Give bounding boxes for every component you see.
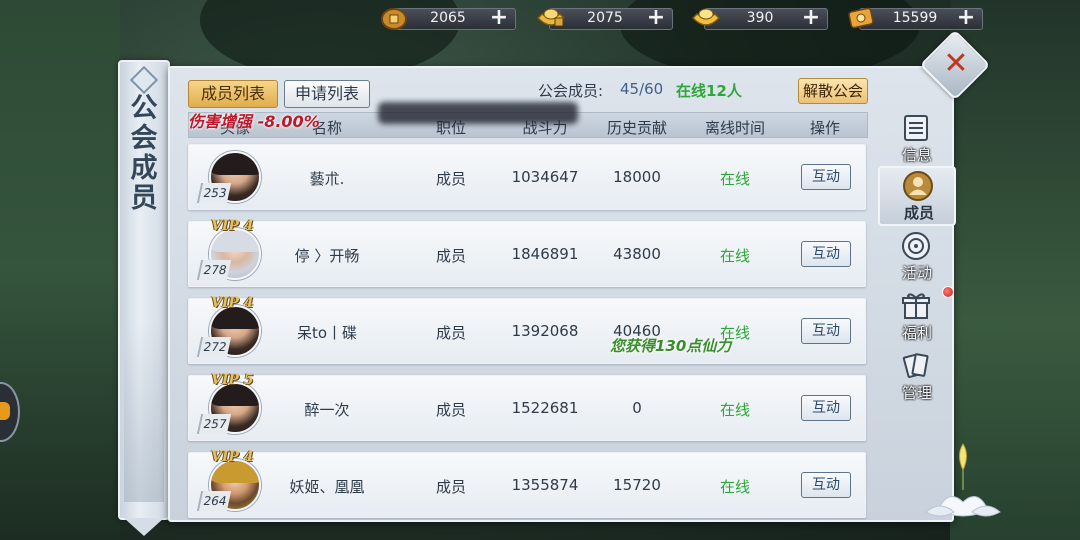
member-name: 醉一次 <box>304 401 350 419</box>
currency-gold: 390 + <box>690 5 828 31</box>
disband-guild-button[interactable]: 解散公会 <box>798 78 868 104</box>
member-status: 在线 <box>719 247 751 265</box>
vip-badge: VIP 4 <box>211 295 254 311</box>
online-count: 在线12人 <box>676 82 742 100</box>
table-row: VIP 4 264 妖姬、凰凰 成员 1355874 15720 在线 互动 <box>188 449 866 518</box>
header-contribution: 历史贡献 <box>606 119 668 137</box>
member-position: 成员 <box>435 478 467 496</box>
member-name: 停 〉开畅 <box>294 247 360 265</box>
activity-icon <box>902 232 930 260</box>
mountain-decoration <box>124 322 164 502</box>
interact-button[interactable]: 互动 <box>801 395 851 421</box>
add-coupon-button[interactable]: + <box>955 7 977 30</box>
member-power: 1034647 <box>511 168 579 186</box>
gold-value: 390 <box>746 10 774 26</box>
locked-gold-value: 2075 <box>587 10 623 26</box>
member-contribution: 0 <box>632 399 642 417</box>
lotus-decoration-icon <box>925 443 1001 517</box>
member-power: 1522681 <box>511 399 579 417</box>
tab-point <box>124 518 164 536</box>
vip-badge: VIP 4 <box>211 449 254 465</box>
member-name: 妖姬、凰凰 <box>289 478 365 496</box>
nav-label: 活动 <box>901 264 932 282</box>
currency-copper: 2065 + <box>378 5 516 31</box>
level-badge: 257 <box>196 414 232 434</box>
nav-label: 信息 <box>901 146 932 164</box>
vip-badge: VIP 4 <box>211 218 254 234</box>
member-position: 成员 <box>435 247 467 265</box>
members-icon <box>903 171 933 201</box>
member-name: 呆to丨碟 <box>296 324 358 342</box>
coupon-value: 15599 <box>892 10 938 26</box>
add-gold-button[interactable]: + <box>800 7 822 30</box>
header-offline-time: 离线时间 <box>704 119 766 137</box>
currency-locked-gold: 2075 + <box>535 5 673 31</box>
level-badge: 272 <box>196 337 232 357</box>
add-locked-gold-button[interactable]: + <box>645 7 667 30</box>
interact-button[interactable]: 互动 <box>801 164 851 190</box>
scroll-icon <box>904 115 928 141</box>
background-scenery-left <box>0 0 120 540</box>
member-status: 在线 <box>719 478 751 496</box>
header-action: 操作 <box>809 119 841 137</box>
notification-dot-icon <box>942 286 954 298</box>
gift-icon <box>902 293 930 319</box>
nav-manage[interactable]: 管理 <box>878 348 956 408</box>
member-name: 藝朮. <box>309 170 345 188</box>
nav-members[interactable]: 成员 <box>878 166 956 226</box>
notification-marker-icon <box>0 402 10 420</box>
member-power: 1846891 <box>511 245 579 263</box>
damage-boost-floating-text: 伤害增强 -8.00% <box>188 112 320 131</box>
nav-info[interactable]: 信息 <box>878 110 956 170</box>
gem-ornament-icon <box>129 65 159 95</box>
tab-application-list[interactable]: 申请列表 <box>284 80 370 108</box>
member-position: 成员 <box>435 324 467 342</box>
add-copper-button[interactable]: + <box>488 7 510 30</box>
obscured-overlay <box>378 102 578 124</box>
copper-coin-icon <box>378 3 410 33</box>
vip-badge: VIP 5 <box>211 372 254 388</box>
member-position: 成员 <box>435 401 467 419</box>
manage-cards-icon <box>902 353 929 378</box>
table-row: VIP 4 272 呆to丨碟 成员 1392068 40460 在线 互动 <box>188 295 866 364</box>
interact-button[interactable]: 互动 <box>801 241 851 267</box>
locked-gold-ingot-icon <box>535 3 567 33</box>
level-badge: 253 <box>196 183 232 203</box>
member-count-label: 公会成员: <box>538 82 604 100</box>
member-position: 成员 <box>435 170 467 188</box>
guild-members-panel: 成员列表 申请列表 公会成员: 45/60 在线12人 解散公会 头像 名称 职… <box>168 66 954 522</box>
member-count-value: 45/60 <box>620 80 664 98</box>
member-contribution: 15720 <box>613 476 661 494</box>
page-title-tab: 公会成员 <box>118 60 170 536</box>
close-icon[interactable]: ✕ <box>941 49 971 79</box>
table-row: VIP 5 257 醉一次 成员 1522681 0 在线 互动 <box>188 372 866 441</box>
nav-label: 管理 <box>901 384 932 402</box>
tab-member-list[interactable]: 成员列表 <box>188 80 278 108</box>
member-contribution: 18000 <box>613 168 661 186</box>
table-row: VIP 4 278 停 〉开畅 成员 1846891 43800 在线 互动 <box>188 218 866 287</box>
member-power: 1355874 <box>511 476 579 494</box>
page-title: 公会成员 <box>130 93 158 214</box>
level-badge: 278 <box>196 260 232 280</box>
currency-coupon: 15599 + <box>845 5 983 31</box>
interact-button[interactable]: 互动 <box>801 318 851 344</box>
member-status: 在线 <box>719 170 751 188</box>
coupon-icon <box>845 3 877 33</box>
copper-value: 2065 <box>430 10 466 26</box>
nav-label: 福利 <box>901 324 932 342</box>
table-row: 253 藝朮. 成员 1034647 18000 在线 互动 <box>188 144 866 210</box>
member-power: 1392068 <box>511 322 579 340</box>
interact-button[interactable]: 互动 <box>801 472 851 498</box>
nav-activity[interactable]: 活动 <box>878 228 956 288</box>
member-status: 在线 <box>719 401 751 419</box>
level-badge: 264 <box>196 491 232 511</box>
gold-ingot-icon <box>690 3 722 33</box>
power-gain-floating-text: 您获得130点仙力 <box>610 337 732 355</box>
member-contribution: 43800 <box>613 245 661 263</box>
nav-label: 成员 <box>903 204 934 222</box>
